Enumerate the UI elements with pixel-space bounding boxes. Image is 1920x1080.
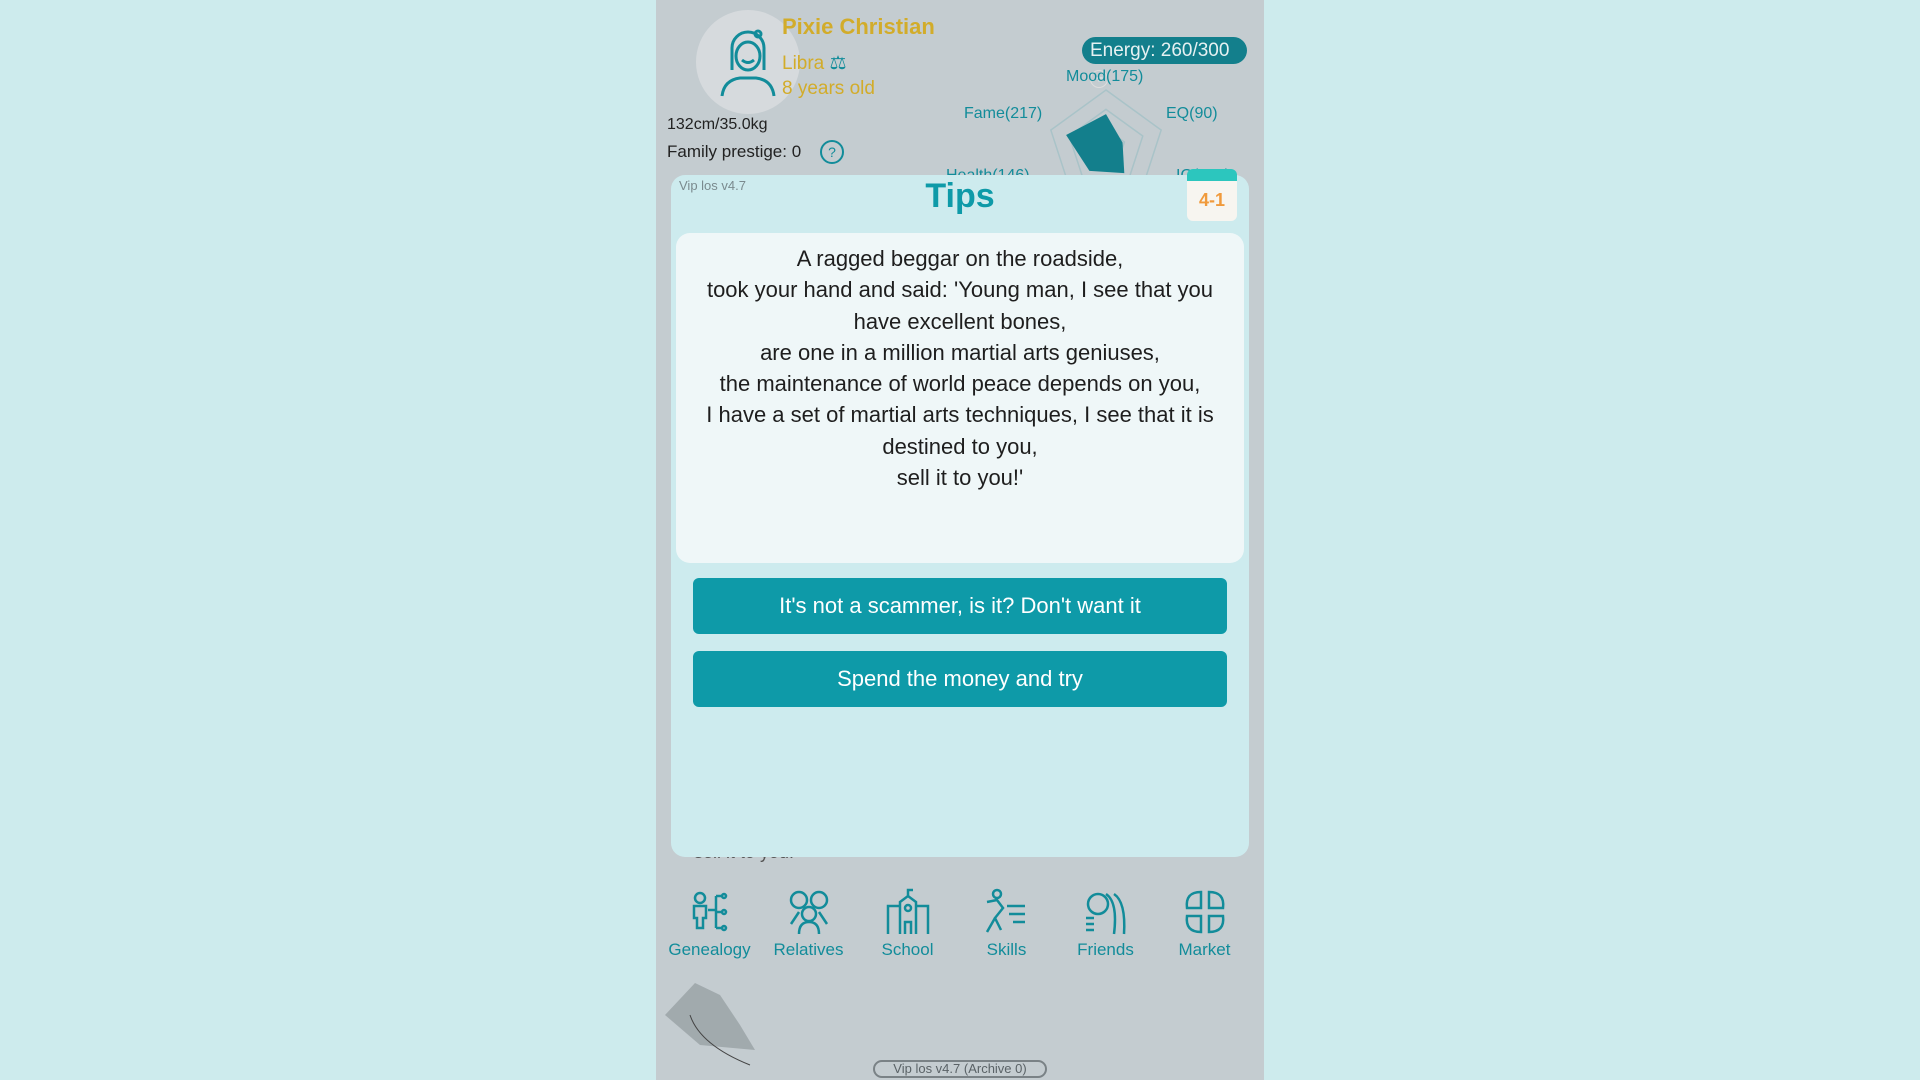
nav-skills[interactable]: Skills bbox=[957, 888, 1056, 960]
age: 8 years old bbox=[782, 78, 875, 99]
message-line: A ragged beggar on the roadside, bbox=[796, 246, 1124, 271]
zodiac: Libra ⚖ bbox=[782, 52, 847, 75]
version-archive-badge: Vip los v4.7 (Archive 0) bbox=[873, 1060, 1047, 1078]
skills-icon bbox=[985, 888, 1025, 933]
friends-icon bbox=[1085, 892, 1126, 935]
nav-label: Market bbox=[1178, 940, 1231, 959]
dialog-title: Tips bbox=[925, 177, 995, 215]
calendar-date-icon: 4-1 bbox=[1187, 169, 1237, 221]
radar-label-fame: Fame(217) bbox=[964, 105, 1043, 122]
nav-market[interactable]: Market bbox=[1155, 888, 1254, 960]
bottom-nav: Genealogy Relatives School Skills Friends Mar… bbox=[660, 886, 1260, 986]
message-line: are one in a million martial arts genius… bbox=[760, 339, 1160, 365]
girl-avatar-icon bbox=[720, 29, 776, 97]
zodiac-label: Libra bbox=[782, 53, 825, 74]
nav-friends[interactable]: Friends bbox=[1056, 888, 1155, 960]
message-line: sell it to you!' bbox=[896, 465, 1024, 491]
libra-scale-icon: ⚖ bbox=[829, 53, 847, 74]
decline-button[interactable]: It's not a scammer, is it? Don't want it bbox=[693, 578, 1227, 634]
nav-relatives[interactable]: Relatives bbox=[759, 888, 858, 960]
message-line: I have a set of martial arts techniques,… bbox=[706, 402, 1214, 459]
nav-label: Relatives bbox=[773, 940, 844, 959]
market-icon bbox=[1185, 890, 1224, 934]
tips-dialog: Vip los v4.7 Tips 4-1 A ragged beggar on… bbox=[671, 169, 1249, 857]
radar-label-eq: EQ(90) bbox=[1166, 105, 1218, 122]
radar-value-area bbox=[1066, 114, 1125, 174]
nav-label: Genealogy bbox=[668, 940, 751, 959]
message-line: the maintenance of world peace depends o… bbox=[719, 371, 1201, 397]
nav-label: Skills bbox=[986, 940, 1027, 959]
energy-bar[interactable]: Energy: 260/300 + bbox=[1082, 37, 1247, 88]
nav-label: Friends bbox=[1077, 940, 1134, 959]
spend-money-button[interactable]: Spend the money and try bbox=[693, 651, 1227, 707]
character-name: Pixie Christian bbox=[782, 14, 935, 39]
mountain-ink-icon bbox=[660, 975, 790, 1070]
nav-school[interactable]: School bbox=[858, 888, 957, 960]
message-line: took your hand and said: 'Young man, I s… bbox=[706, 277, 1214, 334]
nav-genealogy[interactable]: Genealogy bbox=[660, 888, 759, 960]
nav-label: School bbox=[881, 940, 934, 959]
energy-value: Energy: 260/300 bbox=[1090, 40, 1230, 61]
help-icon[interactable]: ? bbox=[820, 140, 844, 164]
genealogy-icon bbox=[692, 891, 727, 932]
family-prestige: Family prestige: 0 bbox=[667, 142, 802, 161]
relatives-icon bbox=[789, 890, 828, 935]
radar-label-mood: Mood(175) bbox=[1066, 68, 1144, 85]
event-message: A ragged beggar on the roadside, took yo… bbox=[676, 233, 1244, 563]
school-icon bbox=[886, 888, 929, 934]
height-weight: 132cm/35.0kg bbox=[667, 116, 768, 133]
